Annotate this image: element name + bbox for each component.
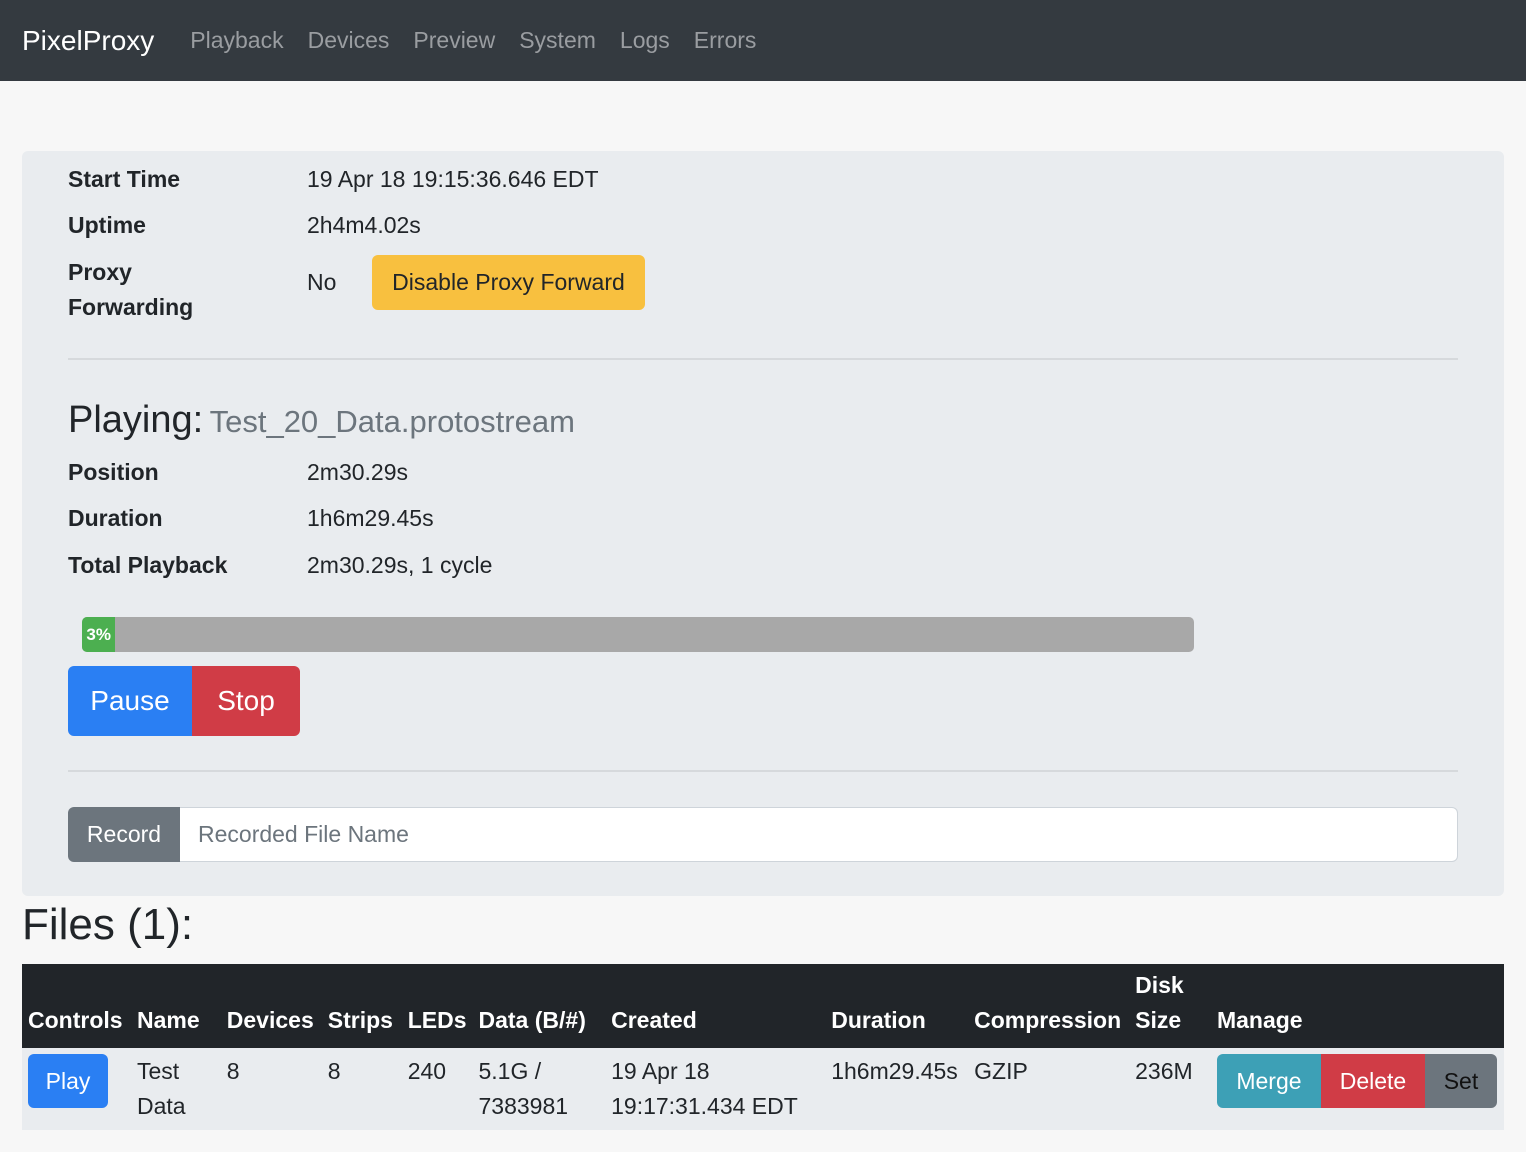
duration-label: Duration	[68, 505, 163, 531]
uptime-label: Uptime	[68, 212, 146, 238]
uptime-row: Uptime 2h4m4.02s	[68, 208, 421, 243]
cell-compression: GZIP	[974, 1058, 1028, 1084]
col-leds: LEDs	[407, 1007, 467, 1033]
playback-progress: 3%	[82, 617, 1194, 652]
nav-preview[interactable]: Preview	[413, 27, 495, 54]
manage-buttons: Merge Delete Set	[1216, 1054, 1498, 1108]
play-file-button[interactable]: Play	[28, 1054, 108, 1108]
position-row: Position 2m30.29s	[68, 455, 408, 490]
col-strips: Strips	[327, 1007, 393, 1033]
start-time-row: Start Time 19 Apr 18 19:15:36.646 EDT	[68, 162, 599, 197]
cell-devices: 8	[226, 1058, 240, 1084]
cell-name: Test Data	[136, 1058, 186, 1119]
record-group: Record	[68, 807, 1458, 862]
position-label: Position	[68, 459, 159, 485]
cell-controls: Play	[22, 1048, 131, 1130]
proxy-forwarding-value: No	[307, 269, 337, 295]
col-manage: Manage	[1216, 1007, 1303, 1033]
start-time-label: Start Time	[68, 166, 181, 192]
total-playback-row: Total Playback 2m30.29s, 1 cycle	[68, 548, 492, 583]
table-row: Play Test Data 8 8 240 5.1G / 7383981 19…	[22, 1048, 1504, 1130]
nav-playback[interactable]: Playback	[190, 27, 283, 54]
nav-logs[interactable]: Logs	[620, 27, 670, 54]
proxy-forwarding-label: Proxy Forwarding	[68, 255, 307, 325]
nav-errors[interactable]: Errors	[694, 27, 757, 54]
stop-button[interactable]: Stop	[192, 666, 300, 736]
table-header-row: Controls Name Devices Strips LEDs Data (…	[22, 964, 1504, 1048]
brand-logo[interactable]: PixelProxy	[22, 25, 154, 57]
cell-data: 5.1G / 7383981	[478, 1058, 569, 1119]
proxy-label-line2: Forwarding	[68, 294, 194, 320]
files-table: Controls Name Devices Strips LEDs Data (…	[22, 964, 1504, 1130]
cell-disk-size: 236M	[1135, 1058, 1193, 1084]
col-duration: Duration	[831, 1007, 926, 1033]
divider	[68, 358, 1458, 360]
navbar: PixelProxy Playback Devices Preview Syst…	[0, 0, 1526, 81]
pause-button[interactable]: Pause	[68, 666, 192, 736]
total-playback-value: 2m30.29s, 1 cycle	[307, 552, 493, 578]
duration-value: 1h6m29.45s	[307, 505, 434, 531]
uptime-value: 2h4m4.02s	[307, 212, 421, 238]
playing-label: Playing:	[68, 399, 204, 441]
merge-button[interactable]: Merge	[1216, 1054, 1321, 1108]
position-value: 2m30.29s	[307, 459, 409, 485]
col-data: Data (B/#)	[478, 1007, 586, 1033]
files-heading: Files (1):	[22, 900, 194, 949]
divider	[68, 770, 1458, 772]
cell-created: 19 Apr 18 19:17:31.434 EDT	[611, 1058, 798, 1119]
nav-devices[interactable]: Devices	[308, 27, 390, 54]
col-compression: Compression	[974, 1007, 1122, 1033]
start-time-value: 19 Apr 18 19:15:36.646 EDT	[307, 166, 599, 192]
set-button[interactable]: Set	[1424, 1054, 1497, 1108]
nav-system[interactable]: System	[519, 27, 596, 54]
cell-manage: Merge Delete Set	[1211, 1048, 1504, 1130]
delete-button[interactable]: Delete	[1320, 1054, 1425, 1108]
cell-duration: 1h6m29.45s	[831, 1058, 958, 1084]
col-disk-size: Disk Size	[1135, 972, 1184, 1033]
col-created: Created	[611, 1007, 697, 1033]
proxy-label-line1: Proxy	[68, 259, 132, 285]
col-name: Name	[136, 1007, 200, 1033]
col-devices: Devices	[226, 1007, 314, 1033]
cell-strips: 8	[327, 1058, 341, 1084]
progress-bar-fill: 3%	[82, 617, 116, 652]
playing-heading: Playing: Test_20_Data.protostream	[68, 399, 575, 442]
playback-controls: Pause Stop	[68, 666, 300, 736]
recorded-file-name-input[interactable]	[180, 807, 1458, 862]
col-controls: Controls	[28, 1007, 123, 1033]
playing-file-name: Test_20_Data.protostream	[209, 404, 575, 439]
status-panel: Start Time 19 Apr 18 19:15:36.646 EDT Up…	[22, 151, 1504, 896]
record-button[interactable]: Record	[68, 807, 180, 862]
proxy-forwarding-row: Proxy Forwarding No	[68, 255, 336, 325]
disable-proxy-forward-button[interactable]: Disable Proxy Forward	[372, 255, 645, 310]
cell-leds: 240	[407, 1058, 447, 1084]
duration-row: Duration 1h6m29.45s	[68, 501, 434, 536]
total-playback-label: Total Playback	[68, 552, 228, 578]
